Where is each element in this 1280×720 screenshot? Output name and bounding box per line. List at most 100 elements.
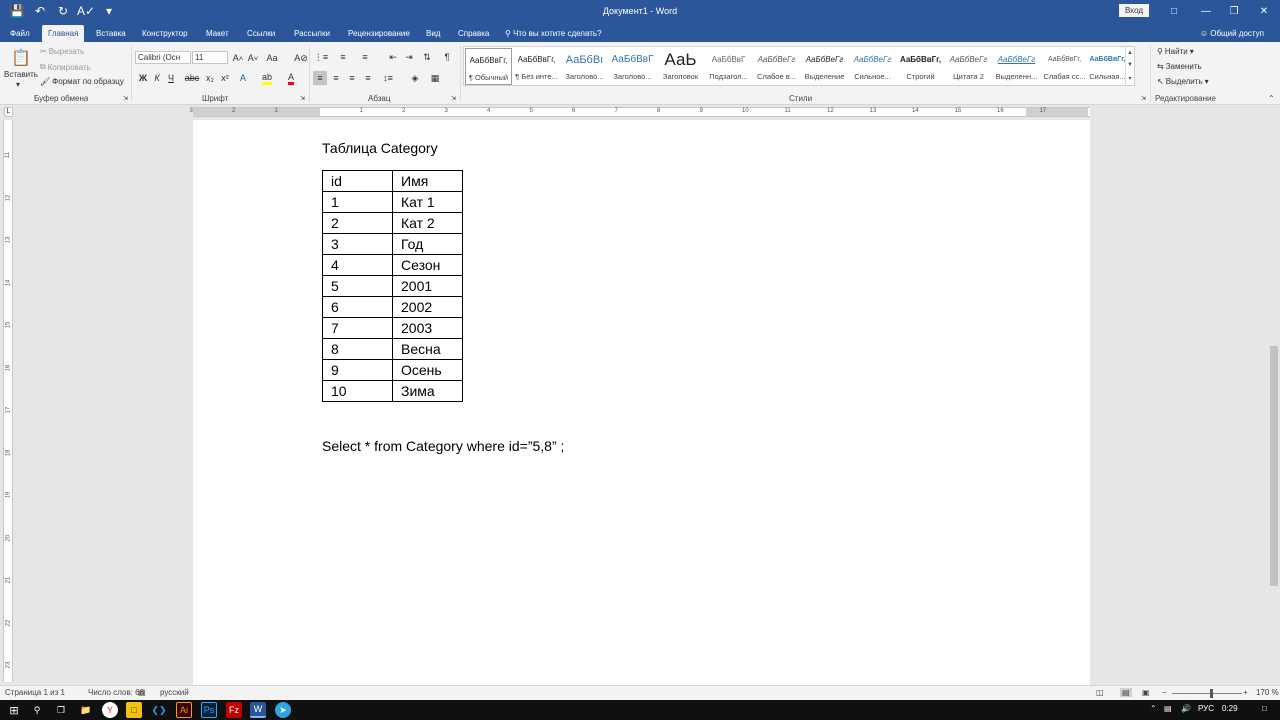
illustrator-icon[interactable]: Ai (176, 702, 192, 718)
bullets-icon[interactable]: ⋮≡ (314, 50, 328, 64)
tab-help[interactable]: Справка (452, 25, 495, 42)
table-cell[interactable]: Имя (392, 170, 463, 192)
clear-formatting-icon[interactable]: A⊘ (294, 51, 308, 65)
minimize-icon[interactable]: — (1192, 0, 1220, 22)
tab-layout[interactable]: Макет (200, 25, 235, 42)
table-cell[interactable]: Весна (392, 338, 463, 360)
style-heading-1[interactable]: АаБбВı Заголово... (561, 48, 608, 85)
pilcrow-icon[interactable]: ¶ (440, 50, 454, 64)
justify-icon[interactable]: ≡ (361, 71, 375, 85)
bold-button[interactable]: Ж (136, 71, 150, 85)
style-intense-reference[interactable]: АаБбВвГг, Сильная... (1089, 48, 1126, 85)
style-strong[interactable]: АаБбВвГг, Строгий (897, 48, 944, 85)
style-subtle-emphasis[interactable]: АаБбВеГг Слабое в... (753, 48, 800, 85)
line-spacing-icon[interactable]: ↕≡ (381, 71, 395, 85)
table-cell[interactable]: Зима (392, 380, 463, 402)
signin-button[interactable]: Вход (1119, 4, 1149, 17)
shrink-font-icon[interactable]: A ˅ (246, 51, 260, 65)
style-title[interactable]: АаЬ Заголовок (657, 48, 704, 85)
paragraph-launcher-icon[interactable]: ⇲ (451, 95, 456, 102)
category-table[interactable]: id Имя 1 Кат 1 2 Кат 2 3 Год 4 Сезон 5 2001 6 2002 7 20… (322, 170, 463, 402)
table-cell[interactable]: 1 (322, 191, 393, 213)
numbering-icon[interactable]: ≡ (336, 50, 350, 64)
decrease-indent-icon[interactable]: ⇤ (386, 50, 400, 64)
scrollbar-thumb[interactable] (1270, 346, 1278, 586)
superscript-icon[interactable]: x² (218, 71, 232, 85)
styles-launcher-icon[interactable]: ⇲ (1141, 95, 1146, 102)
gallery-more-icon[interactable]: ▾ (1128, 75, 1131, 82)
customize-qat-icon[interactable]: ▾ (102, 4, 116, 18)
table-cell[interactable]: Год (392, 233, 463, 255)
underline-button[interactable]: Ч (164, 71, 178, 85)
zoom-slider-thumb[interactable] (1210, 689, 1213, 698)
font-launcher-icon[interactable]: ⇲ (300, 95, 305, 102)
table-cell[interactable]: 2 (322, 212, 393, 234)
tray-chevron-up-icon[interactable]: ⌃ (1150, 704, 1157, 713)
font-color-icon[interactable]: A (284, 71, 298, 85)
table-cell[interactable]: 5 (322, 275, 393, 297)
tab-design[interactable]: Конструктор (136, 25, 194, 42)
notes-app-icon[interactable]: □ (126, 702, 142, 718)
tab-selector[interactable]: L (4, 107, 13, 117)
vertical-ruler[interactable]: 11 12 13 14 15 16 17 18 19 20 21 22 23 (3, 120, 13, 682)
style-emphasis[interactable]: АаБбВеГг Выделение (801, 48, 848, 85)
notifications-icon[interactable]: □ (1262, 704, 1267, 713)
clipboard-launcher-icon[interactable]: ⇲ (123, 95, 128, 102)
language[interactable]: русский (160, 688, 189, 697)
undo-icon[interactable]: ↶ (33, 4, 47, 18)
table-cell[interactable]: 2003 (392, 317, 463, 339)
volume-icon[interactable]: 🔊 (1181, 704, 1191, 713)
zoom-in-button[interactable]: + (1243, 688, 1248, 697)
cut-button[interactable]: ✂ Вырезать (40, 47, 84, 56)
table-cell[interactable]: Кат 1 (392, 191, 463, 213)
collapse-ribbon-icon[interactable]: ⌃ (1268, 94, 1275, 103)
table-cell[interactable]: Сезон (392, 254, 463, 276)
borders-icon[interactable]: ▦ (428, 71, 442, 85)
zoom-level[interactable]: 170 % (1256, 688, 1279, 697)
table-cell[interactable]: 2001 (392, 275, 463, 297)
table-cell[interactable]: Кат 2 (392, 212, 463, 234)
increase-indent-icon[interactable]: ⇥ (402, 50, 416, 64)
paste-icon[interactable]: 📋 (11, 48, 31, 68)
style-intense-emphasis[interactable]: АаБбВеГг Сильное... (849, 48, 896, 85)
tab-references[interactable]: Ссылки (241, 25, 281, 42)
document-page[interactable]: Таблица Category id Имя 1 Кат 1 2 Кат 2 3 Год 4 С… (193, 120, 1090, 685)
table-cell[interactable]: 3 (322, 233, 393, 255)
word-taskbar-icon[interactable]: W (250, 702, 266, 718)
tab-view[interactable]: Вид (420, 25, 446, 42)
grow-font-icon[interactable]: A ˄ (231, 51, 245, 65)
change-case-icon[interactable]: Aa (265, 51, 279, 65)
subscript-icon[interactable]: x₂ (203, 71, 217, 85)
tab-home[interactable]: Главная (42, 25, 85, 42)
document-heading[interactable]: Таблица Category (322, 140, 438, 156)
web-layout-icon[interactable]: ▣ (1142, 688, 1150, 697)
tab-review[interactable]: Рецензирование (342, 25, 416, 42)
tab-insert[interactable]: Вставка (90, 25, 132, 42)
sort-icon[interactable]: ⇅ (420, 50, 434, 64)
redo-icon[interactable]: ↻ (56, 4, 70, 18)
chevron-up-icon[interactable]: ▲ (1127, 50, 1133, 56)
align-left-icon[interactable]: ≡ (313, 71, 327, 85)
table-cell[interactable]: 6 (322, 296, 393, 318)
table-cell[interactable]: 10 (322, 380, 393, 402)
chevron-down-icon[interactable]: ▼ (1127, 62, 1133, 68)
proofing-icon[interactable]: ▤ (138, 688, 146, 697)
tab-mailings[interactable]: Рассылки (288, 25, 336, 42)
gallery-scroll[interactable]: ▲ ▼ ▾ (1125, 47, 1134, 85)
align-center-icon[interactable]: ≡ (329, 71, 343, 85)
text-effects-icon[interactable]: A (236, 71, 250, 85)
zoom-slider[interactable] (1172, 693, 1242, 694)
style-intense-quote[interactable]: АаБбВеГг Выделенн... (993, 48, 1040, 85)
table-cell[interactable]: 4 (322, 254, 393, 276)
replace-button[interactable]: ⇆ Заменить (1157, 62, 1202, 71)
table-cell[interactable]: 8 (322, 338, 393, 360)
file-explorer-icon[interactable]: 📁 (78, 702, 94, 718)
paste-button[interactable]: Вставить (4, 70, 38, 79)
style-subtitle[interactable]: АаБбВвГ Подзагол... (705, 48, 752, 85)
windows-start-icon[interactable]: ⊞ (6, 702, 22, 718)
print-layout-icon[interactable]: ▤ (1120, 688, 1132, 697)
format-painter-button[interactable]: 🖌 Формат по образцу (40, 77, 124, 86)
table-cell[interactable]: 2002 (392, 296, 463, 318)
read-mode-icon[interactable]: ◫ (1096, 688, 1104, 697)
network-icon[interactable]: ▤ (1164, 704, 1172, 713)
